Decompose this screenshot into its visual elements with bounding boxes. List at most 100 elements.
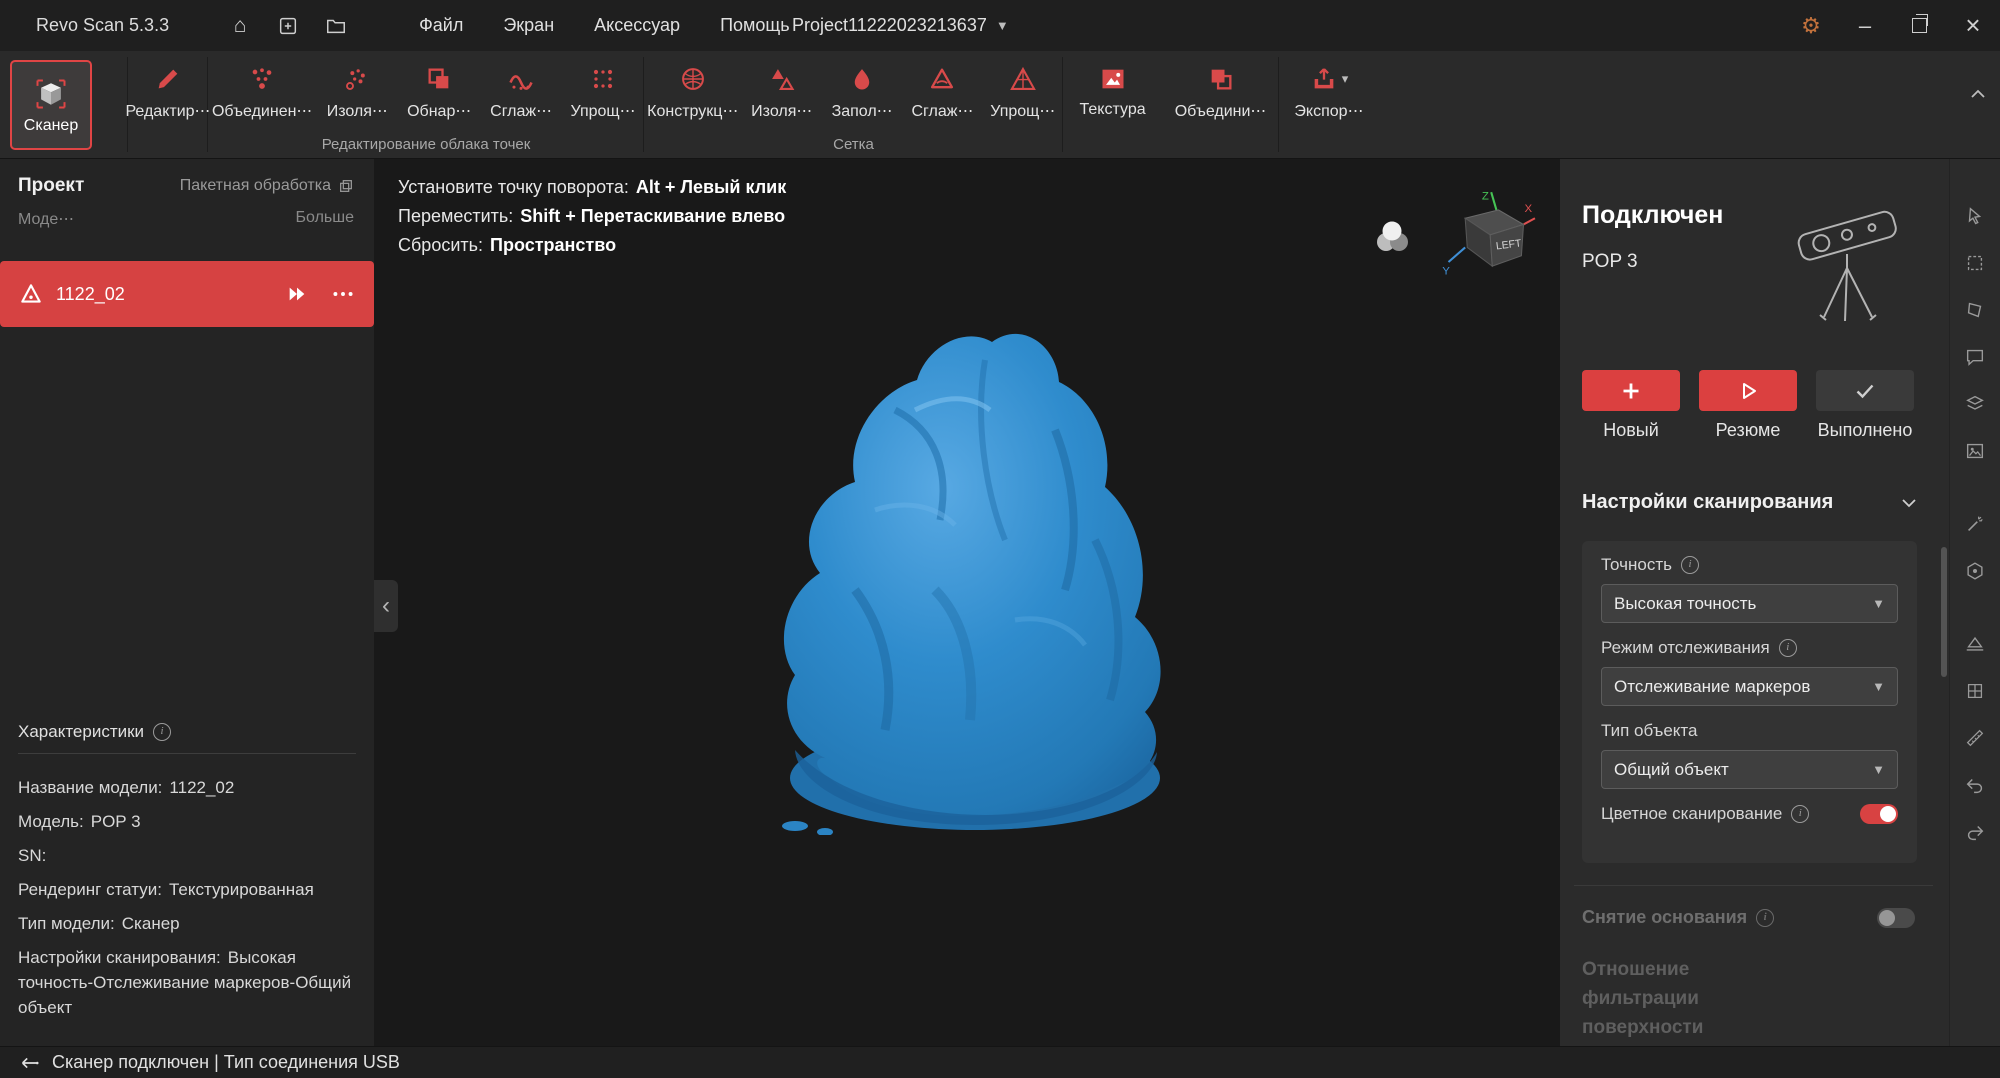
measure-icon — [1964, 727, 1986, 749]
cursor-select-icon — [1964, 205, 1986, 227]
section-collapse-chevron-icon[interactable] — [1901, 498, 1917, 508]
panel-collapse-chevron-icon[interactable]: ‹ — [374, 580, 398, 632]
revo-scan-window: Revo Scan 5.3.3 ⌂ Файл Экран Аксессуар Помо… — [0, 0, 2000, 1078]
scanner-cube-icon — [36, 79, 66, 108]
ribbon-button[interactable]: Сглаж⋯ — [905, 51, 979, 121]
simplify-mesh-icon — [1009, 65, 1037, 93]
model-filter-label[interactable]: Моде⋯ — [18, 209, 74, 229]
tool-button[interactable] — [1958, 627, 1992, 661]
tool-button[interactable] — [1958, 674, 1992, 708]
info-icon[interactable]: i — [1680, 556, 1699, 574]
tool-button[interactable] — [1958, 507, 1992, 541]
info-icon[interactable]: i — [1778, 639, 1797, 657]
property-row: Тип модели: Сканер — [18, 914, 180, 933]
fill-holes-icon — [848, 65, 876, 93]
viewport-3d[interactable]: Установите точку поворота: Alt + Левый кл… — [374, 159, 1560, 1046]
scan-settings-card: Точность i Высокая точность ▼ Режим отсл… — [1582, 541, 1917, 863]
tool-button[interactable] — [1958, 721, 1992, 755]
tool-button[interactable] — [1958, 293, 1992, 327]
batch-processing-button[interactable]: Пакетная обработка — [180, 177, 354, 195]
open-folder-icon[interactable] — [321, 11, 351, 41]
info-icon[interactable]: i — [153, 723, 172, 741]
render-mode-icon[interactable] — [1370, 215, 1414, 259]
dropdown-select[interactable]: Общий объект ▼ — [1601, 750, 1898, 789]
remove-base-toggle[interactable] — [1877, 907, 1915, 928]
home-icon[interactable]: ⌂ — [225, 11, 255, 41]
properties-title: Характеристики — [18, 722, 145, 741]
scan-settings-title: Настройки сканирования — [1582, 491, 1834, 513]
menu-item[interactable]: Аксессуар — [574, 0, 700, 51]
ribbon-collapse-icon[interactable] — [1970, 89, 1986, 99]
ribbon-button[interactable]: Объединен⋯ — [212, 51, 312, 121]
property-row: Название модели: 1122_02 — [18, 778, 235, 797]
orientation-cube-gizmo[interactable]: Z X Y LEFT — [1436, 187, 1536, 287]
scanner-mode-button[interactable]: Сканер — [10, 60, 92, 150]
ribbon-button[interactable]: Конструкц⋯ — [647, 51, 738, 121]
tool-button[interactable] — [1958, 815, 1992, 849]
minimize-icon[interactable]: – — [1838, 0, 1892, 51]
menu-item[interactable]: Файл — [399, 0, 483, 51]
close-icon[interactable]: × — [1946, 0, 2000, 51]
scan-control-panel: Подключен POP 3 Новый Резюме Выполнено Н… — [1560, 159, 1949, 1046]
ribbon-button[interactable]: Изоля⋯ — [745, 51, 819, 121]
fast-forward-icon[interactable] — [286, 283, 308, 305]
tool-button[interactable] — [1958, 199, 1992, 233]
tool-button[interactable] — [1958, 387, 1992, 421]
tool-button[interactable] — [1958, 340, 1992, 374]
window-controls: ⚙ – × — [1784, 0, 2000, 51]
tool-button[interactable] — [1958, 768, 1992, 802]
property-row: Рендеринг статуи: Текстурированная — [18, 880, 314, 899]
color-scan-toggle[interactable] — [1860, 804, 1898, 824]
info-icon[interactable]: i — [1791, 805, 1810, 823]
export-button[interactable]: ▾ Экспор⋯ — [1292, 51, 1366, 121]
info-icon: i — [1756, 908, 1775, 927]
model-name: 1122_02 — [56, 283, 125, 304]
scan-action-button[interactable] — [1816, 370, 1914, 411]
setting-field: Точность i Высокая точность ▼ — [1601, 555, 1898, 623]
ribbon-button[interactable]: Объедини⋯ — [1175, 51, 1266, 121]
ribbon-button[interactable]: Упрощ⋯ — [566, 51, 640, 121]
more-button[interactable]: Больше — [296, 209, 354, 229]
overlap-detect-icon — [425, 65, 453, 93]
chevron-down-icon: ▼ — [1872, 762, 1885, 777]
chevron-down-icon: ▼ — [995, 18, 1009, 33]
tool-button[interactable] — [1958, 246, 1992, 280]
project-title-dropdown[interactable]: Project11222023213637 ▼ — [792, 0, 1009, 51]
more-options-icon[interactable] — [330, 281, 356, 307]
scan-action: Новый — [1582, 370, 1680, 441]
ribbon-button[interactable]: Редактир⋯ — [125, 51, 211, 121]
ribbon-group-export: ▾ Экспор⋯ — [1279, 51, 1379, 159]
chevron-down-icon[interactable]: ▾ — [1342, 71, 1349, 87]
restore-icon[interactable] — [1892, 0, 1946, 51]
panel-scrollbar[interactable] — [1941, 547, 1947, 677]
tool-button[interactable] — [1958, 554, 1992, 588]
scanner-device-illustration — [1797, 210, 1897, 322]
status-bar: Сканер подключен | Тип соединения USB — [0, 1046, 2000, 1078]
model-list-item-selected[interactable]: 1122_02 — [0, 261, 374, 327]
title-bar: Revo Scan 5.3.3 ⌂ Файл Экран Аксессуар Помо… — [0, 0, 2000, 51]
ribbon-button[interactable]: Сглаж⋯ — [484, 51, 558, 121]
ribbon-group-edit: Редактир⋯ — [125, 51, 211, 159]
scanned-model[interactable] — [735, 290, 1215, 835]
tool-button[interactable] — [1958, 434, 1992, 468]
scan-action-button[interactable] — [1582, 370, 1680, 411]
ribbon-button[interactable]: Запол⋯ — [825, 51, 899, 121]
ribbon-button[interactable]: Текстура — [1076, 51, 1150, 119]
scan-action-button[interactable] — [1699, 370, 1797, 411]
dropdown-select[interactable]: Отслеживание маркеров ▼ — [1601, 667, 1898, 706]
mesh-construct-icon — [679, 65, 707, 93]
ribbon-button[interactable]: Изоля⋯ — [320, 51, 394, 121]
ribbon-button[interactable]: Обнар⋯ — [402, 51, 476, 121]
settings-gear-icon[interactable]: ⚙ — [1784, 0, 1838, 51]
comment-icon — [1964, 346, 1986, 368]
ribbon-button[interactable]: Упрощ⋯ — [986, 51, 1060, 121]
menu-item[interactable]: Экран — [483, 0, 574, 51]
connection-icon — [21, 1057, 39, 1068]
new-project-icon[interactable] — [273, 11, 303, 41]
viewport-hints: Установите точку поворота: Alt + Левый кл… — [398, 177, 786, 256]
project-title: Project11222023213637 — [792, 15, 987, 35]
dropdown-select[interactable]: Высокая точность ▼ — [1601, 584, 1898, 623]
rect-select-icon — [1964, 252, 1986, 274]
color-scan-label: Цветное сканирование — [1601, 804, 1783, 823]
group-label-point-cloud: Редактирование облака точек — [321, 136, 531, 153]
